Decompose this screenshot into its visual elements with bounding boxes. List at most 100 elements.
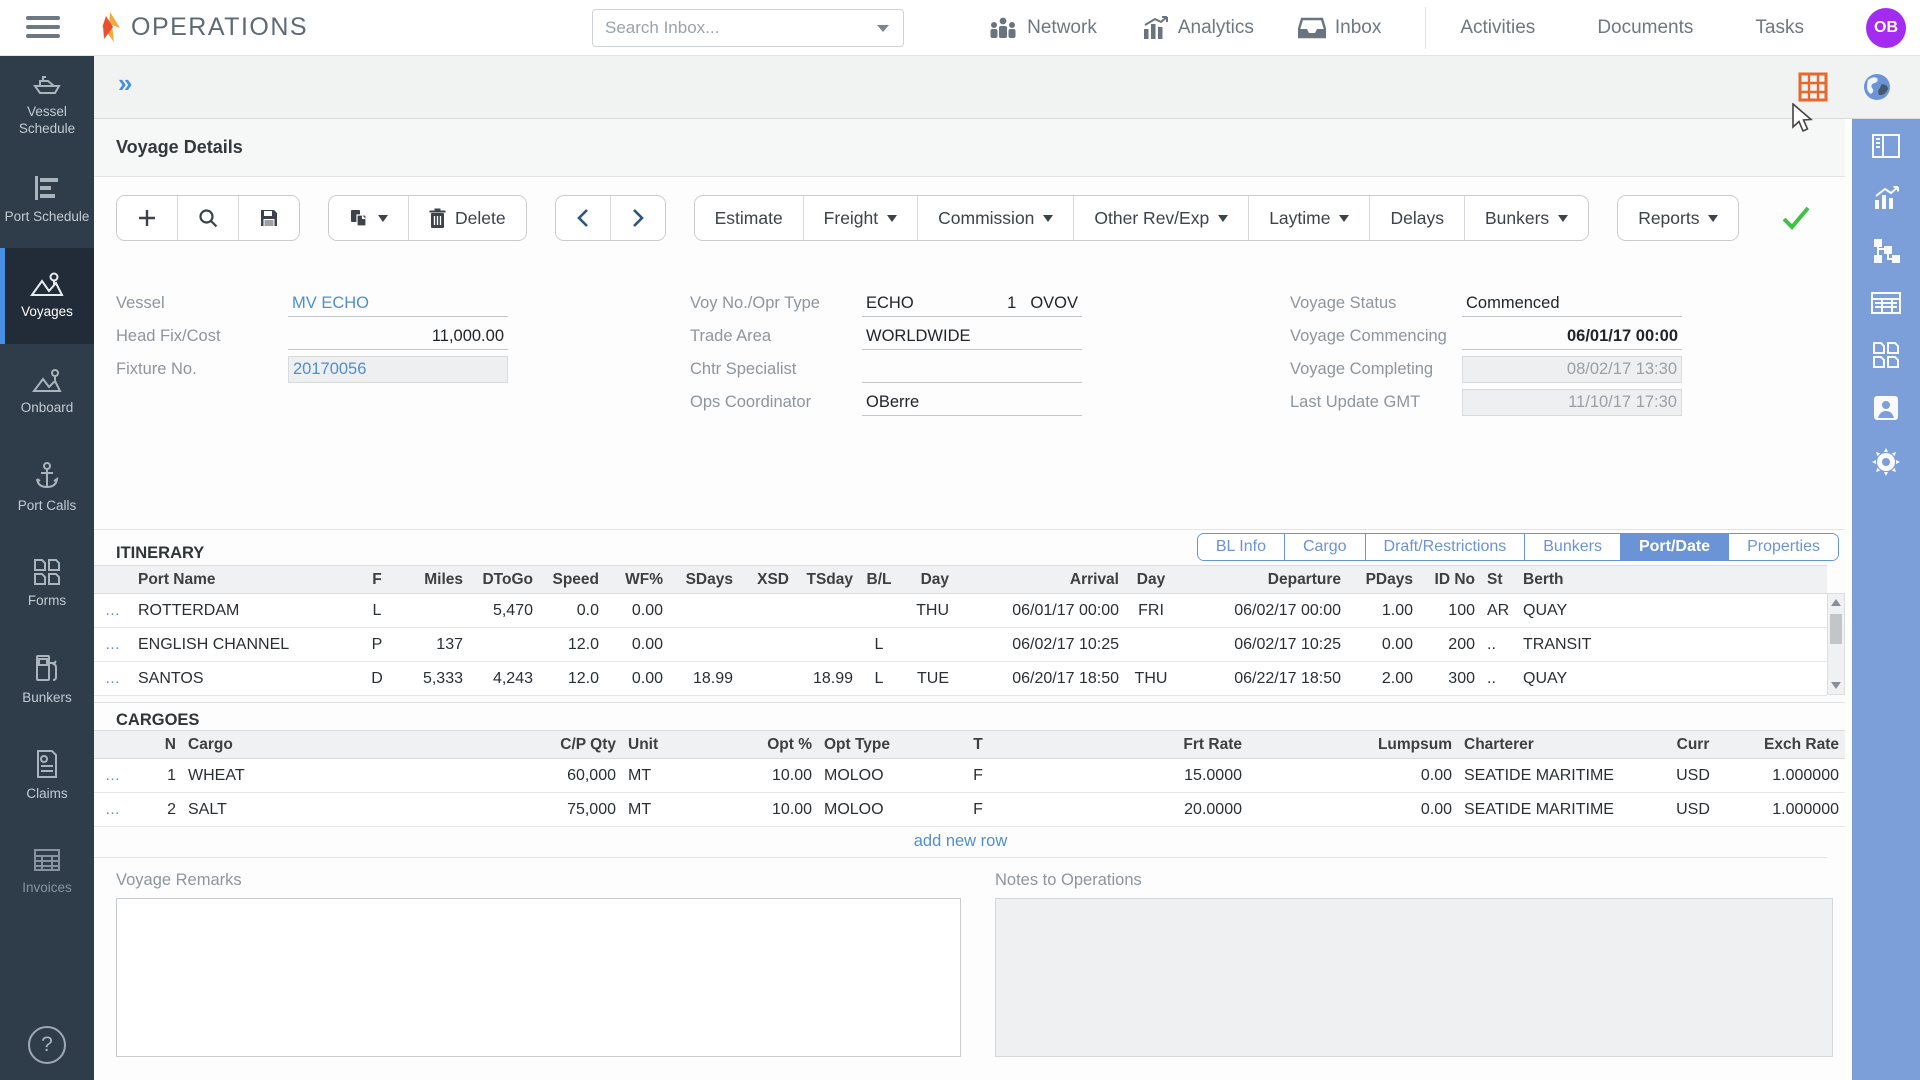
link-activities[interactable]: Activities (1460, 17, 1535, 39)
search-button[interactable] (177, 196, 238, 240)
laytime-menu-button[interactable]: Laytime (1248, 196, 1369, 240)
voyage-remarks-textarea[interactable] (116, 898, 961, 1057)
voyage-status-field[interactable]: Commenced (1462, 290, 1682, 317)
bunkers-menu-button[interactable]: Bunkers (1464, 196, 1588, 240)
head-fix-cost-field[interactable]: 11,000.00 (288, 323, 508, 350)
nav-inbox[interactable]: Inbox (1298, 16, 1381, 40)
itinerary-scrollbar[interactable] (1827, 593, 1845, 695)
tab-properties[interactable]: Properties (1728, 534, 1838, 560)
hamburger-menu-icon[interactable] (26, 16, 60, 40)
search-inbox-box[interactable] (592, 9, 904, 47)
sidebar-item-port-calls[interactable]: Port Calls (0, 440, 94, 536)
trade-area-field[interactable]: WORLDWIDE (862, 323, 1082, 350)
analytics-panel-icon[interactable] (1871, 184, 1901, 212)
expand-panel-icon[interactable]: » (118, 70, 132, 96)
delays-button[interactable]: Delays (1369, 196, 1464, 240)
caret-down-icon (887, 215, 897, 222)
previous-voyage-button[interactable] (556, 196, 610, 240)
globe-icon[interactable] (1862, 72, 1892, 102)
itinerary-row-rotterdam[interactable]: … ROTTERDAM L 5,470 0.0 0.00 THU 06/01/1… (94, 594, 1827, 628)
tab-bl-info[interactable]: BL Info (1198, 534, 1284, 560)
vessel-field[interactable]: MV ECHO (288, 290, 508, 317)
tab-cargo[interactable]: Cargo (1284, 534, 1365, 560)
forms-pages-panel-icon[interactable] (1871, 341, 1901, 369)
commission-menu-button[interactable]: Commission (917, 196, 1073, 240)
other-rev-exp-menu-button[interactable]: Other Rev/Exp (1073, 196, 1248, 240)
inbox-tray-icon (1298, 16, 1326, 40)
row-menu-icon[interactable]: … (94, 628, 132, 662)
nav-network[interactable]: Network (988, 16, 1097, 40)
main-content: Voyage Details (94, 119, 1845, 1080)
add-new-row-link[interactable]: add new row (914, 832, 1008, 851)
itinerary-row-santos[interactable]: … SANTOS D 5,333 4,243 12.0 0.00 18.99 1… (94, 662, 1827, 696)
copy-voyage-button[interactable] (329, 196, 408, 240)
sidebar-item-forms[interactable]: Forms (0, 536, 94, 632)
sidebar-item-claims[interactable]: Claims (0, 728, 94, 824)
tab-port-date[interactable]: Port/Date (1620, 534, 1728, 560)
row-menu-icon[interactable]: … (94, 759, 132, 793)
estimate-button[interactable]: Estimate (695, 196, 803, 240)
caret-down-icon (378, 215, 388, 222)
ops-coordinator-field[interactable]: OBerre (862, 389, 1082, 416)
row-menu-icon[interactable]: … (94, 594, 132, 628)
contact-card-icon[interactable] (1872, 394, 1900, 422)
reports-menu-button[interactable]: Reports (1618, 196, 1738, 240)
link-documents[interactable]: Documents (1597, 17, 1693, 39)
caret-down-icon (1043, 215, 1053, 222)
link-tasks[interactable]: Tasks (1755, 17, 1804, 39)
voyage-commencing-label: Voyage Commencing (1290, 327, 1462, 346)
port-schedule-gantt-icon (32, 174, 62, 202)
head-fix-cost-label: Head Fix/Cost (116, 327, 288, 346)
analytics-chart-icon (1141, 15, 1169, 41)
side-panel-icon[interactable] (1871, 133, 1901, 159)
flame-logo-icon (96, 11, 123, 43)
scrollbar-thumb[interactable] (1830, 614, 1842, 644)
itinerary-tabs: BL Info Cargo Draft/Restrictions Bunkers… (1197, 533, 1839, 561)
settings-gear-icon[interactable] (1871, 447, 1901, 477)
delete-button[interactable]: Delete (408, 196, 526, 240)
vessel-label: Vessel (116, 294, 288, 313)
row-menu-icon[interactable]: … (94, 662, 132, 696)
page-title: Voyage Details (116, 137, 243, 158)
cargoes-section-bar: CARGOES (94, 702, 1845, 730)
search-input[interactable] (593, 18, 877, 38)
voyage-commencing-field[interactable]: 06/01/17 00:00 (1462, 323, 1682, 350)
notes-to-operations-label: Notes to Operations (995, 871, 1142, 890)
save-button[interactable] (238, 196, 299, 240)
validation-check-icon[interactable] (1781, 205, 1811, 231)
itinerary-row-english-channel[interactable]: … ENGLISH CHANNEL P 137 12.0 0.00 L 06/0… (94, 628, 1827, 662)
cargo-row-wheat[interactable]: … 1 WHEAT 60,000 MT 10.00 MOLOO F 15.000… (94, 759, 1845, 793)
sidebar-item-invoices[interactable]: Invoices (0, 824, 94, 920)
right-icon-rail (1852, 119, 1920, 1080)
voyage-remarks-label: Voyage Remarks (116, 871, 242, 890)
workflow-tree-icon[interactable] (1871, 237, 1901, 265)
vessel-schedule-ship-icon (31, 71, 63, 97)
port-calls-anchor-icon (33, 461, 61, 491)
sidebar-item-port-schedule[interactable]: Port Schedule (0, 152, 94, 248)
sidebar-item-vessel-schedule[interactable]: Vessel Schedule (0, 56, 94, 152)
user-avatar[interactable]: OB (1866, 8, 1906, 48)
scroll-down-icon[interactable] (1831, 682, 1841, 689)
row-menu-icon[interactable]: … (94, 793, 132, 827)
cargo-row-salt[interactable]: … 2 SALT 75,000 MT 10.00 MOLOO F 20.0000… (94, 793, 1845, 827)
search-dropdown-caret-icon[interactable] (877, 25, 889, 32)
help-button[interactable]: ? (28, 1026, 66, 1064)
sidebar-item-bunkers[interactable]: Bunkers (0, 632, 94, 728)
freight-menu-button[interactable]: Freight (803, 196, 917, 240)
voy-no-opr-type-field[interactable]: ECHO 1 OVOV (862, 290, 1082, 317)
scroll-up-icon[interactable] (1831, 599, 1841, 606)
sidebar-item-onboard[interactable]: Onboard (0, 344, 94, 440)
invoice-table-icon[interactable] (1870, 290, 1902, 316)
add-button[interactable] (117, 196, 177, 240)
itinerary-title: ITINERARY (116, 544, 204, 563)
grid-view-icon[interactable] (1798, 72, 1828, 102)
network-people-icon (988, 16, 1018, 40)
sidebar-item-voyages[interactable]: Voyages (0, 248, 94, 344)
ops-coordinator-label: Ops Coordinator (690, 393, 862, 412)
tab-bunkers[interactable]: Bunkers (1524, 534, 1620, 560)
next-voyage-button[interactable] (610, 196, 665, 240)
chtr-specialist-field[interactable] (862, 356, 1082, 383)
tab-draft-restrictions[interactable]: Draft/Restrictions (1365, 534, 1525, 560)
onboard-map-pin-icon (30, 367, 64, 393)
nav-analytics[interactable]: Analytics (1141, 15, 1254, 41)
